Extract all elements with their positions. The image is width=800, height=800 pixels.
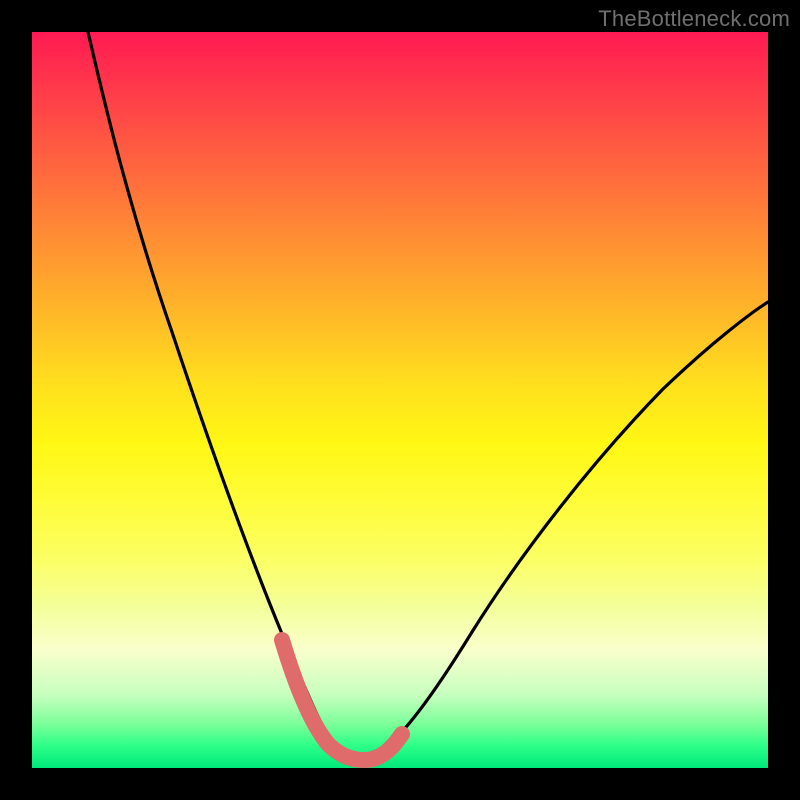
- outer-frame: TheBottleneck.com: [0, 0, 800, 800]
- highlight-band: [282, 640, 402, 760]
- bottleneck-curve: [88, 32, 768, 756]
- watermark-text: TheBottleneck.com: [598, 6, 790, 32]
- plot-area: [32, 32, 768, 768]
- chart-svg: [32, 32, 768, 768]
